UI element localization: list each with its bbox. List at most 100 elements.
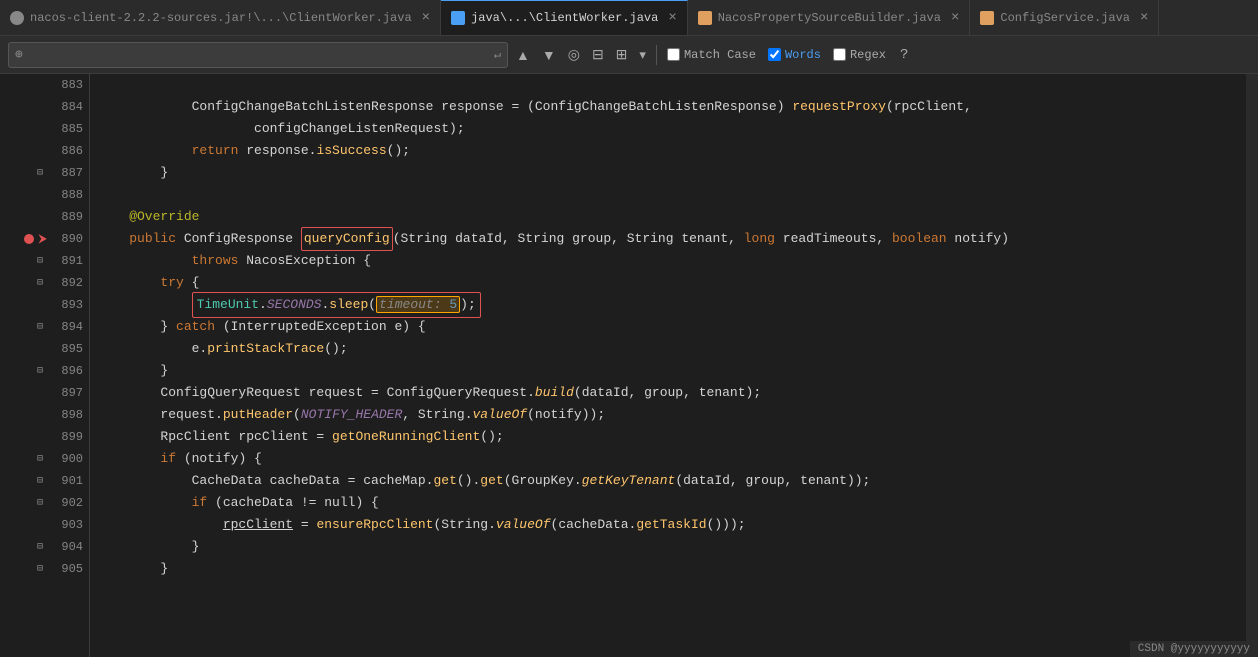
code-line-884: ConfigChangeBatchListenResponse response… [98,96,1238,118]
code-line-905: } [98,558,1238,580]
fold-905[interactable]: ⊟ [33,562,47,576]
fold-904[interactable]: ⊟ [33,540,47,554]
tab-nacos-property[interactable]: NacosPropertySourceBuilder.java × [688,0,971,36]
match-case-checkbox[interactable] [667,48,680,61]
line-num-885: 885 [51,122,83,136]
code-line-900: if (notify) { [98,448,1238,470]
line-num-903: 903 [51,518,83,532]
gutter-903: 903 [0,514,89,536]
code-line-887: } [98,162,1238,184]
line-num-896: 896 [51,364,83,378]
gutter: 883 884 885 886 ⊟ 887 888 889 ⮞ 89 [0,74,90,657]
code-content[interactable]: ConfigChangeBatchListenResponse response… [90,74,1246,657]
regex-label: Regex [850,48,886,62]
tab-label-4: ConfigService.java [1000,11,1130,25]
tab-label-3: NacosPropertySourceBuilder.java [718,11,941,25]
tab-icon-4 [980,11,994,25]
credit-text: CSDN @yyyyyyyyyyy [1138,643,1250,655]
code-line-896: } [98,360,1238,382]
fold-896[interactable]: ⊟ [33,364,47,378]
code-line-903: rpcClient = ensureRpcClient(String.value… [98,514,1238,536]
tab-icon-3 [698,11,712,25]
find-funnel-button[interactable]: ▾ [635,45,650,65]
gutter-899: 899 [0,426,89,448]
code-line-890: public ConfigResponse queryConfig(String… [98,228,1238,250]
line-num-890: 890 [51,232,83,246]
breakpoint-890 [24,234,34,244]
fold-902[interactable]: ⊟ [33,496,47,510]
line-num-886: 886 [51,144,83,158]
line-num-897: 897 [51,386,83,400]
line-num-884: 884 [51,100,83,114]
close-tab-1[interactable]: × [422,10,430,26]
code-line-901: CacheData cacheData = cacheMap.get().get… [98,470,1238,492]
tab-icon-2 [451,11,465,25]
fold-900[interactable]: ⊟ [33,452,47,466]
line-num-892: 892 [51,276,83,290]
gutter-900: ⊟ 900 [0,448,89,470]
gutter-884: 884 [0,96,89,118]
match-case-option[interactable]: Match Case [663,46,760,64]
find-separator-1 [656,45,657,65]
find-target-button[interactable]: ◎ [564,44,584,65]
line-num-898: 898 [51,408,83,422]
tab-bar: nacos-client-2.2.2-sources.jar!\...\Clie… [0,0,1258,36]
gutter-905: ⊟ 905 [0,558,89,580]
gutter-904: ⊟ 904 [0,536,89,558]
tab-clientworker-jar[interactable]: nacos-client-2.2.2-sources.jar!\...\Clie… [0,0,441,36]
code-line-891: throws NacosException { [98,250,1238,272]
line-num-893: 893 [51,298,83,312]
find-help-button[interactable]: ? [894,45,914,65]
gutter-897: 897 [0,382,89,404]
line-num-901: 901 [51,474,83,488]
find-input[interactable] [27,48,490,62]
code-line-889: @Override [98,206,1238,228]
tab-label-1: nacos-client-2.2.2-sources.jar!\...\Clie… [30,11,412,25]
regex-checkbox[interactable] [833,48,846,61]
line-num-900: 900 [51,452,83,466]
words-checkbox[interactable] [768,48,781,61]
code-line-886: return response.isSuccess(); [98,140,1238,162]
find-filter-button[interactable]: ⊞ [612,44,632,65]
close-tab-3[interactable]: × [951,10,959,26]
words-option[interactable]: Words [764,46,825,64]
code-line-897: ConfigQueryRequest request = ConfigQuery… [98,382,1238,404]
close-tab-4[interactable]: × [1140,10,1148,26]
line-num-899: 899 [51,430,83,444]
fold-887[interactable]: ⊟ [33,166,47,180]
gutter-885: 885 [0,118,89,140]
line-num-889: 889 [51,210,83,224]
code-line-895: e.printStackTrace(); [98,338,1238,360]
line-num-894: 894 [51,320,83,334]
code-line-888 [98,184,1238,206]
code-line-894: } catch (InterruptedException e) { [98,316,1238,338]
gutter-895: 895 [0,338,89,360]
gutter-898: 898 [0,404,89,426]
code-line-892: try { [98,272,1238,294]
fold-894[interactable]: ⊟ [33,320,47,334]
line-num-902: 902 [51,496,83,510]
tab-config-service[interactable]: ConfigService.java × [970,0,1159,36]
regex-option[interactable]: Regex [829,46,890,64]
right-scrollbar[interactable] [1246,74,1258,657]
gutter-901: ⊟ 901 [0,470,89,492]
tab-clientworker-java[interactable]: java\...\ClientWorker.java × [441,0,688,36]
gutter-887: ⊟ 887 [0,162,89,184]
fold-891[interactable]: ⊟ [33,254,47,268]
find-prev-button[interactable]: ▲ [512,45,534,65]
close-tab-2[interactable]: × [668,10,676,26]
gutter-896: ⊟ 896 [0,360,89,382]
fold-892[interactable]: ⊟ [33,276,47,290]
code-area: 883 884 885 886 ⊟ 887 888 889 ⮞ 89 [0,74,1258,657]
find-input-wrap: ⊕ ↵ [8,42,508,68]
words-label: Words [785,48,821,62]
search-icon: ⊕ [15,47,23,62]
match-case-label: Match Case [684,48,756,62]
gutter-892: ⊟ 892 [0,272,89,294]
line-num-904: 904 [51,540,83,554]
find-next-button[interactable]: ▼ [538,45,560,65]
fold-901[interactable]: ⊟ [33,474,47,488]
line-num-887: 887 [51,166,83,180]
code-line-904: } [98,536,1238,558]
find-columns-button[interactable]: ⊟ [588,44,608,65]
